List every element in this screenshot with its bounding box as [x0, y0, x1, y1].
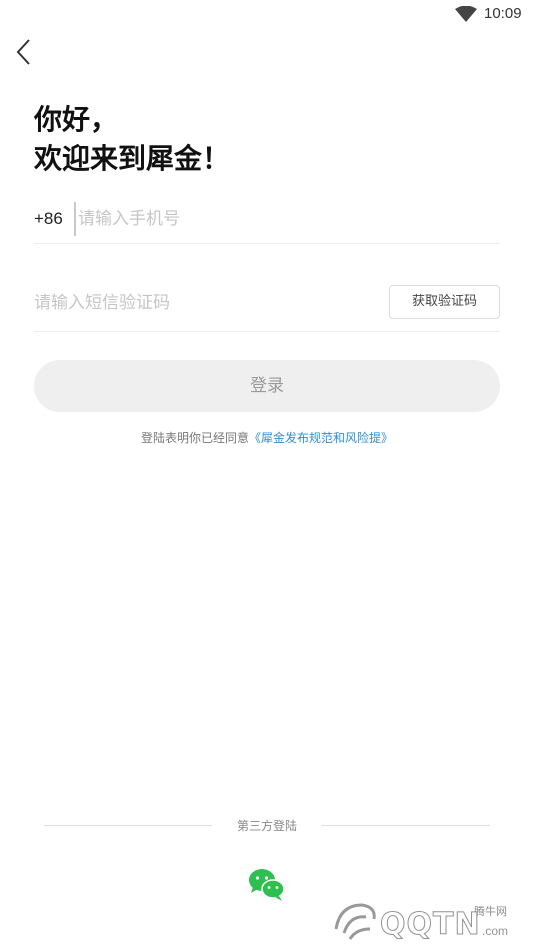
code-row: 获取验证码: [34, 278, 500, 332]
wechat-icon: [249, 869, 285, 901]
watermark-logo-icon: [334, 903, 376, 940]
watermark: 腾牛网 QQTN .com: [330, 895, 530, 945]
status-bar: 10:09: [0, 0, 534, 30]
welcome-line-2: 欢迎来到犀金！: [34, 142, 231, 175]
third-party-section: 第三方登陆: [0, 816, 534, 836]
country-code[interactable]: +86: [34, 209, 63, 229]
welcome-heading: 你好， 欢迎来到犀金！: [34, 100, 230, 178]
back-button[interactable]: [10, 36, 40, 68]
wifi-icon: [455, 6, 477, 22]
phone-row: +86: [34, 196, 500, 244]
chevron-left-icon: [16, 39, 30, 65]
sms-code-input[interactable]: [34, 286, 374, 320]
agreement-link[interactable]: 《犀金发布规范和风险提》: [249, 431, 393, 445]
welcome-line-1: 你好，: [34, 103, 119, 136]
agreement-text: 登陆表明你已经同意《犀金发布规范和风险提》: [0, 429, 534, 446]
watermark-text: QQTN: [380, 907, 481, 943]
login-button[interactable]: 登录: [34, 360, 500, 412]
watermark-suffix: .com: [482, 924, 509, 938]
phone-input[interactable]: [74, 202, 494, 236]
get-code-button[interactable]: 获取验证码: [389, 285, 500, 319]
agreement-prefix: 登陆表明你已经同意: [140, 431, 249, 445]
divider-right: [322, 825, 490, 826]
wechat-login-button[interactable]: [248, 868, 286, 902]
status-time: 10:09: [484, 5, 522, 22]
